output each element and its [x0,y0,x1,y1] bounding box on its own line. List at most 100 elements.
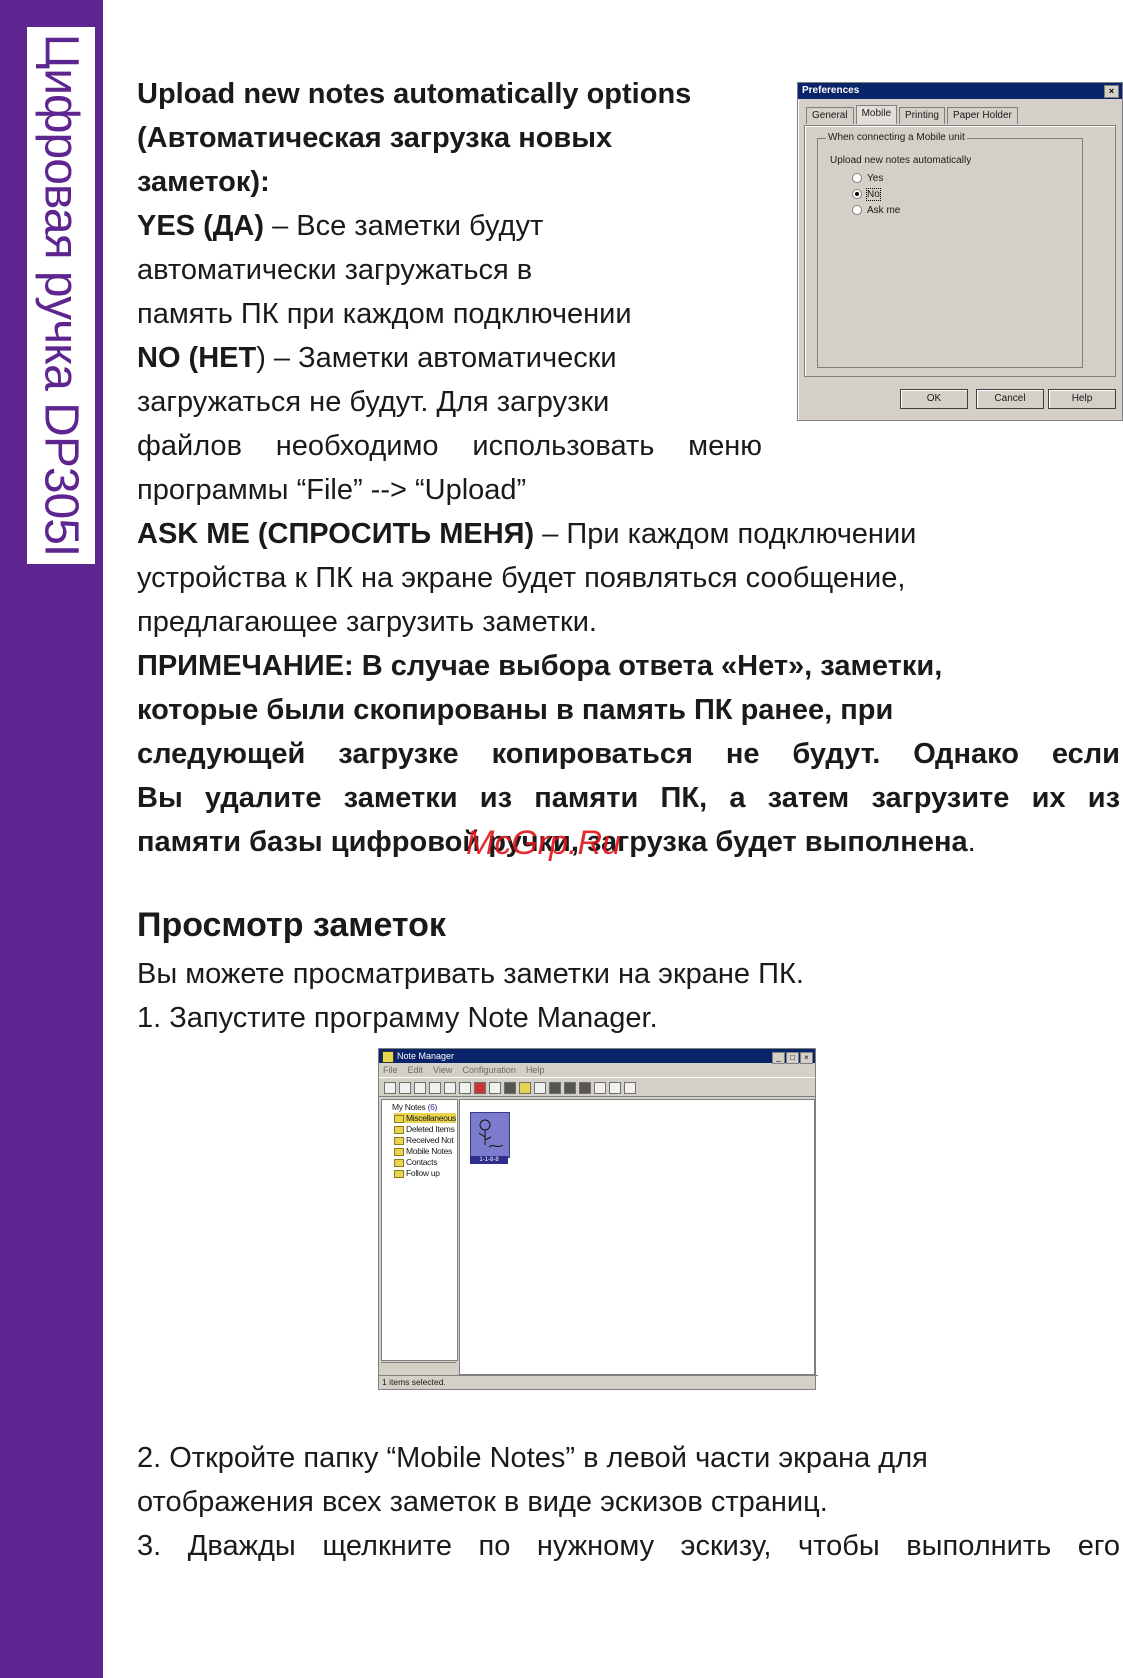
close-icon[interactable]: × [800,1052,813,1064]
ask-line-3: предлагающее загрузить заметки. [137,606,597,638]
heading-line-2: (Автоматическая загрузка новых [137,122,613,154]
radio-no-dot[interactable] [852,189,862,200]
ask-line-2: устройства к ПК на экране будет появлять… [137,562,906,594]
help-button[interactable]: Help [1048,389,1116,409]
preferences-dialog: Preferences × General Mobile Printing Paper… [797,82,1123,421]
dialog-title: Preferences [802,85,860,96]
close-icon[interactable]: × [1104,85,1119,98]
folder-icon [394,1158,404,1167]
folder-icon [394,1125,404,1134]
yes-line-2: автоматически загружаться в [137,254,533,286]
ask-label: ASK ME (СПРОСИТЬ МЕНЯ) [137,518,535,550]
tree-item-label: Received Not [406,1135,454,1145]
tree-item-label: Deleted Items [406,1124,455,1134]
ask-text: – При каждом подключении [534,518,917,550]
cut-icon[interactable] [429,1082,441,1094]
tab-general[interactable]: General [806,107,854,124]
tree-item-contacts[interactable]: Contacts [394,1157,437,1167]
no-line-1: NO (НЕТ) – Заметки автоматически [137,336,617,380]
tree-root-label: My Notes [392,1102,426,1112]
folder-icon [394,1114,404,1123]
radio-ask-me[interactable]: Ask me [852,205,900,216]
yes-label: YES (ДА) [137,210,265,242]
app-icon [382,1051,394,1063]
heading-line-1: Upload new notes automatically options [137,78,692,110]
menu-help[interactable]: Help [526,1065,545,1075]
radio-ask-me-dot[interactable] [852,205,862,216]
radio-yes[interactable]: Yes [852,173,883,184]
frame-icon[interactable] [489,1082,501,1094]
no-line-2: загружаться не будут. Для загрузки [137,386,610,418]
menu-edit[interactable]: Edit [408,1065,424,1075]
note-icon[interactable] [534,1082,546,1094]
tab-mobile[interactable]: Mobile [855,105,898,124]
new-icon[interactable] [384,1082,396,1094]
tree-root[interactable]: My Notes (6) [392,1102,437,1112]
maximize-icon[interactable]: □ [786,1052,799,1064]
radio-yes-dot[interactable] [852,173,862,184]
tree-item-received[interactable]: Received Not [394,1135,454,1145]
heading-line-3: заметок): [137,166,270,198]
note-thumbnail[interactable] [470,1112,510,1158]
folder-icon[interactable] [519,1082,531,1094]
radio-no-label: No [866,188,881,201]
no-line-4: программы “File” --> “Upload” [137,474,527,506]
undo-icon[interactable] [609,1082,621,1094]
no-label: NO (НЕТ [137,342,257,374]
section2-line-1: Вы можете просматривать заметки на экран… [137,958,804,990]
tree-item-label: Contacts [406,1157,438,1167]
nm-title-bar: Note Manager _ □ × [379,1049,815,1064]
view-large-icon[interactable] [549,1082,561,1094]
menu-bar: File Edit View Configuration Help [379,1063,815,1077]
folder-tree: My Notes (6) Miscellaneous Deleted Items… [381,1099,458,1361]
folder-icon [394,1169,404,1178]
tree-item-follow-up[interactable]: Follow up [394,1168,440,1178]
note-line-5-end: . [967,826,976,858]
upload-option-label: Upload new notes automatically [830,155,972,166]
tree-item-mobile-notes[interactable]: Mobile Notes [394,1146,452,1156]
radio-ask-me-label: Ask me [867,205,901,216]
radio-no[interactable]: No [852,188,881,201]
menu-view[interactable]: View [433,1065,452,1075]
menu-file[interactable]: File [383,1065,398,1075]
tree-root-count: (6) [427,1102,438,1112]
notes-view: 1-1-8-8 [459,1099,815,1375]
tree-item-label: Miscellaneous [406,1113,456,1123]
tree-item-label: Mobile Notes [406,1146,453,1156]
folder-icon [394,1136,404,1145]
menu-configuration[interactable]: Configuration [462,1065,516,1075]
tab-printing[interactable]: Printing [899,107,945,124]
thumbnail-caption: 1-1-8-8 [470,1156,508,1164]
ok-button[interactable]: OK [900,389,968,409]
group-label: When connecting a Mobile unit [826,132,967,143]
step-3: 3. Дважды щелкните по нужному эскизу, чт… [137,1530,1120,1562]
paste-icon[interactable] [459,1082,471,1094]
view-list-icon[interactable] [579,1082,591,1094]
copy-icon[interactable] [444,1082,456,1094]
note-line-3: следующей загрузке копироваться не будут… [137,738,1120,770]
nm-title: Note Manager [397,1051,455,1061]
tree-scrollbar[interactable] [381,1362,456,1373]
print-icon[interactable] [504,1082,516,1094]
step-2-line-2: отображения всех заметок в виде эскизов … [137,1486,828,1518]
check-icon[interactable] [594,1082,606,1094]
delete-icon[interactable] [474,1082,486,1094]
connection-group: When connecting a Mobile unit Upload new… [817,132,1083,368]
cancel-button[interactable]: Cancel [976,389,1044,409]
tree-item-miscellaneous[interactable]: Miscellaneous [394,1113,456,1123]
status-bar: 1 items selected. [379,1375,818,1389]
view-small-icon[interactable] [564,1082,576,1094]
yes-text: – Все заметки будут [264,210,544,242]
help-icon[interactable] [624,1082,636,1094]
ask-line-1: ASK ME (СПРОСИТЬ МЕНЯ) – При каждом подк… [137,512,916,556]
no-text: ) – Заметки автоматически [256,342,617,374]
yes-line-3: память ПК при каждом подключении [137,298,632,330]
minimize-icon[interactable]: _ [772,1052,785,1064]
watermark: McGrp.Ru [466,824,621,862]
section-heading: Просмотр заметок [137,906,446,944]
yes-line-1: YES (ДА) – Все заметки будут [137,204,543,248]
tree-item-deleted[interactable]: Deleted Items [394,1124,455,1134]
font-icon[interactable] [414,1082,426,1094]
open-icon[interactable] [399,1082,411,1094]
tab-paper-holder[interactable]: Paper Holder [946,107,1018,124]
